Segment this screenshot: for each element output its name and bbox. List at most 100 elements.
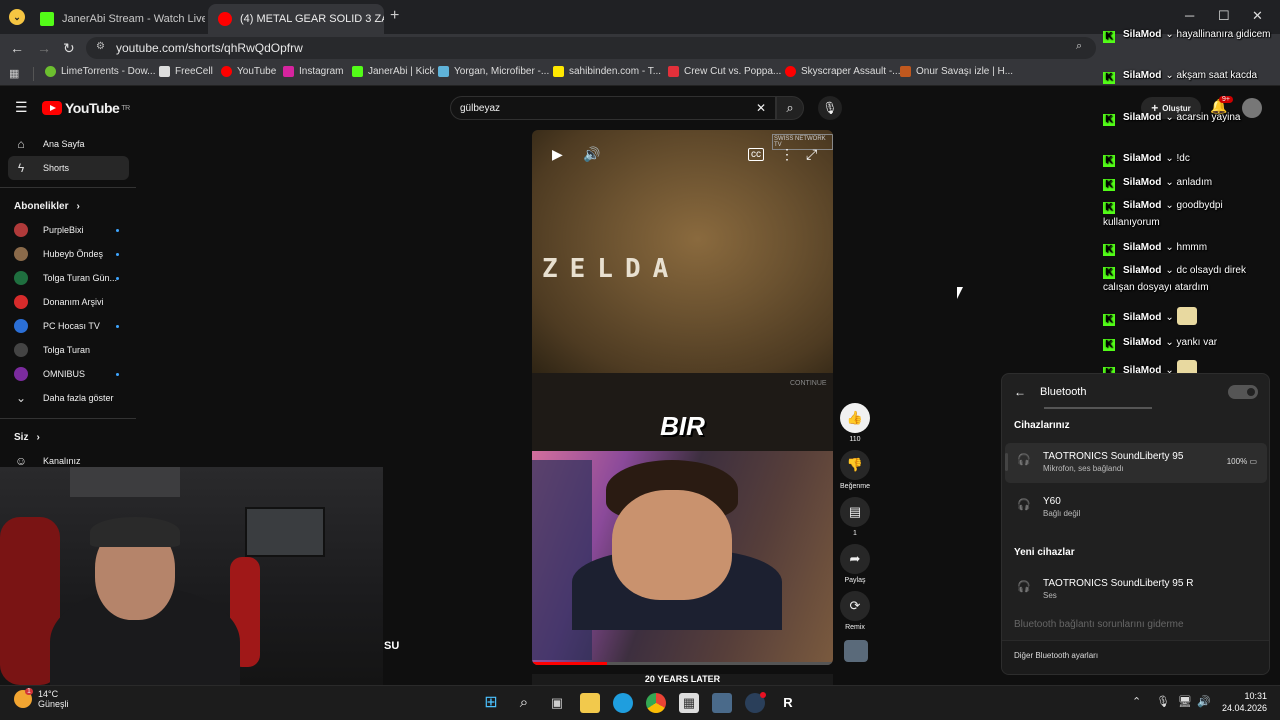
start-windows-icon[interactable]: ⊞: [481, 693, 501, 713]
task-view-icon[interactable]: ▣: [547, 693, 567, 713]
shorts-video-player[interactable]: ZELDA SWISS NETWORK TV CONTINUE BIR ▶ 🔊 …: [532, 130, 833, 665]
youtube-logo[interactable]: YouTube TR: [42, 100, 130, 116]
remix-button[interactable]: ⟳ Remix: [840, 591, 870, 631]
hamburger-menu-icon[interactable]: ☰: [15, 99, 28, 116]
play-icon[interactable]: ▶: [552, 146, 563, 163]
browser-tab-youtube[interactable]: (4) METAL GEAR SOLID 3 ZAMA ✕: [208, 4, 384, 34]
sound-thumbnail[interactable]: [844, 640, 868, 662]
maximize-icon[interactable]: ☐: [1218, 8, 1230, 24]
sidebar-item-subscription[interactable]: Donanım Arşivi: [14, 291, 104, 313]
speaker-icon[interactable]: 🔊: [1197, 695, 1211, 708]
chat-message: K SilaMod ⌄ hayallinanıra gidicem: [1103, 26, 1273, 43]
bookmark-item[interactable]: LimeTorrents - Dow...: [45, 66, 155, 77]
bluetooth-new-device[interactable]: 🎧 TAOTRONICS SoundLiberty 95 R Ses: [1005, 570, 1267, 610]
app-icon[interactable]: [712, 693, 732, 713]
taskbar-clock[interactable]: 10:31 24.04.2026: [1222, 690, 1267, 714]
shorts-icon: ϟ: [17, 161, 25, 175]
kick-badge-icon: K: [1103, 179, 1115, 191]
close-window-icon[interactable]: ✕: [1252, 8, 1263, 24]
troubleshoot-link[interactable]: Bluetooth bağlantı sorunlarını giderme: [1014, 619, 1184, 630]
bookmark-item[interactable]: Instagram: [283, 66, 343, 77]
voice-search-button[interactable]: 🎙: [818, 96, 842, 120]
chrome-icon[interactable]: [646, 693, 666, 713]
bookmark-item[interactable]: YouTube: [221, 66, 276, 77]
kick-badge-icon: K: [1103, 202, 1115, 214]
sidebar-item-subscription[interactable]: Hubeyb Öndeş: [14, 243, 103, 265]
more-options-icon[interactable]: ⋮: [780, 146, 794, 163]
comments-button[interactable]: ▤ 1: [840, 497, 870, 537]
edge-icon[interactable]: [613, 693, 633, 713]
search-icon[interactable]: ⌕: [514, 693, 534, 713]
bookmark-item[interactable]: Onur Savaşı izle | H...: [900, 66, 1013, 77]
bookmark-item[interactable]: Yorgan, Microfiber -...: [438, 66, 549, 77]
file-explorer-icon[interactable]: [580, 693, 600, 713]
back-icon[interactable]: ←: [10, 40, 24, 56]
show-more-button[interactable]: ⌄ Daha fazla göster: [14, 387, 114, 409]
streamer-hat: [90, 517, 180, 547]
tab-search-icon[interactable]: ⌄: [9, 9, 25, 25]
captions-icon[interactable]: cc: [748, 148, 764, 161]
fullscreen-icon[interactable]: ⤢: [806, 146, 817, 163]
video-progress-bar[interactable]: [532, 662, 833, 665]
share-button[interactable]: ➦ Paylaş: [840, 544, 870, 584]
sidebar-item-subscription[interactable]: PurpleBixi: [14, 219, 84, 241]
new-content-dot: [116, 253, 119, 256]
sidebar-item-subscription[interactable]: Tolga Turan Gün...: [14, 267, 117, 289]
bluetooth-toggle[interactable]: [1228, 385, 1258, 399]
store-icon[interactable]: ▦: [679, 693, 699, 713]
clear-search-icon[interactable]: ✕: [756, 101, 766, 115]
like-button[interactable]: 👍 110: [840, 403, 870, 443]
back-arrow-icon[interactable]: ←: [1014, 385, 1026, 399]
home-icon: ⌂: [17, 137, 25, 151]
device-info: Y60 Bağlı değil: [1043, 496, 1081, 518]
site-info-icon[interactable]: ⚙: [96, 41, 105, 52]
new-tab-icon[interactable]: +: [390, 7, 399, 25]
sidebar-item-subscription[interactable]: PC Hocası TV: [14, 315, 100, 337]
new-devices-header: Yeni cihazlar: [1014, 547, 1075, 558]
bookmark-item[interactable]: sahibinden.com - T...: [553, 66, 661, 77]
chat-message: K SilaMod ⌄ acarsin yayina: [1103, 109, 1273, 126]
show-hidden-icons-icon[interactable]: ⌃: [1132, 695, 1141, 708]
bookmark-item[interactable]: Skyscraper Assault -...: [785, 66, 900, 77]
share-icon: ➦: [840, 544, 870, 574]
youtube-favicon-icon: [218, 12, 232, 26]
minimize-icon[interactable]: ─: [1185, 8, 1194, 23]
sidebar-item-shorts[interactable]: ϟ Shorts: [14, 157, 69, 179]
chevron-down-icon: ⌄: [1165, 112, 1177, 123]
sidebar-item-home[interactable]: ⌂ Ana Sayfa: [14, 133, 84, 155]
sidebar-item-subscription[interactable]: OMNIBUS: [14, 363, 85, 385]
sidebar-divider: [0, 187, 136, 188]
browser-tab-kick[interactable]: JanerAbi Stream - Watch Live o ✕: [30, 4, 205, 34]
bookmark-item[interactable]: Crew Cut vs. Poppa...: [668, 66, 781, 77]
bluetooth-device[interactable]: 🎧 TAOTRONICS SoundLiberty 95 Mikrofon, se…: [1005, 443, 1267, 483]
new-content-dot: [116, 325, 119, 328]
more-bluetooth-settings-link[interactable]: Diğer Bluetooth ayarları: [1002, 640, 1269, 674]
weather-widget[interactable]: 1 14°C Güneşli: [14, 688, 69, 709]
reload-icon[interactable]: ↻: [63, 40, 75, 57]
thumbs-up-icon: 👍: [840, 403, 870, 433]
chat-message: K SilaMod ⌄ !dc: [1103, 150, 1273, 167]
forward-icon[interactable]: →: [37, 40, 51, 56]
channel-avatar: [14, 343, 28, 357]
microphone-icon[interactable]: 🎙: [1156, 695, 1170, 708]
webcam-overlay: [0, 467, 383, 685]
bookmark-favicon-icon: [159, 66, 170, 77]
apps-grid-icon[interactable]: ▦: [9, 67, 19, 80]
dislike-button[interactable]: 👎 Beğenme: [840, 450, 870, 490]
sidebar-item-subscription[interactable]: Tolga Turan: [14, 339, 90, 361]
bookmark-item[interactable]: FreeCell: [159, 66, 213, 77]
search-input[interactable]: gülbeyaz ✕: [450, 96, 776, 120]
kick-badge-icon: K: [1103, 155, 1115, 167]
you-section-header[interactable]: Siz ›: [14, 426, 40, 448]
address-bar[interactable]: ⚙ youtube.com/shorts/qhRwQdOpfrw ⌕: [86, 37, 1096, 59]
network-icon[interactable]: 🖥: [1178, 695, 1192, 708]
volume-icon[interactable]: 🔊: [583, 146, 600, 163]
chat-message: K SilaMod ⌄: [1103, 360, 1273, 373]
zoom-icon[interactable]: ⌕: [1076, 40, 1082, 53]
bookmark-item[interactable]: JanerAbi | Kick: [352, 66, 435, 77]
subscriptions-header[interactable]: Abonelikler ›: [14, 195, 80, 217]
search-button[interactable]: ⌕: [776, 96, 804, 120]
bluetooth-device[interactable]: 🎧 Y60 Bağlı değil: [1005, 488, 1267, 528]
chat-emote-icon: [1176, 307, 1197, 325]
app-r-icon[interactable]: R: [778, 693, 798, 713]
